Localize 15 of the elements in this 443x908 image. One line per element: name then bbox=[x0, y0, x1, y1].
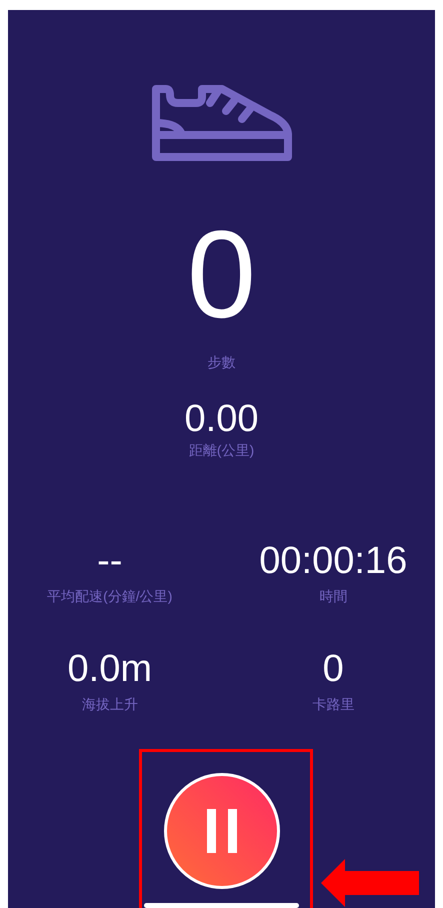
step-count: 0 bbox=[187, 213, 256, 337]
arrow-icon bbox=[321, 859, 419, 907]
step-label: 步數 bbox=[208, 353, 236, 371]
stat-value: 00:00:16 bbox=[259, 539, 408, 583]
stat-label: 卡路里 bbox=[312, 695, 354, 713]
stat-value: -- bbox=[97, 539, 122, 583]
pause-icon bbox=[204, 809, 238, 853]
shoe-icon bbox=[152, 85, 292, 161]
distance-label: 距離(公里) bbox=[188, 441, 254, 459]
stat-value: 0.0m bbox=[68, 647, 152, 691]
stat-label: 海拔上升 bbox=[82, 695, 138, 713]
stat-label: 時間 bbox=[319, 587, 348, 605]
distance-value: 0.00 bbox=[184, 397, 258, 441]
stat-value: 0 bbox=[322, 647, 344, 691]
stat-label: 平均配速(分鐘/公里) bbox=[47, 587, 172, 605]
